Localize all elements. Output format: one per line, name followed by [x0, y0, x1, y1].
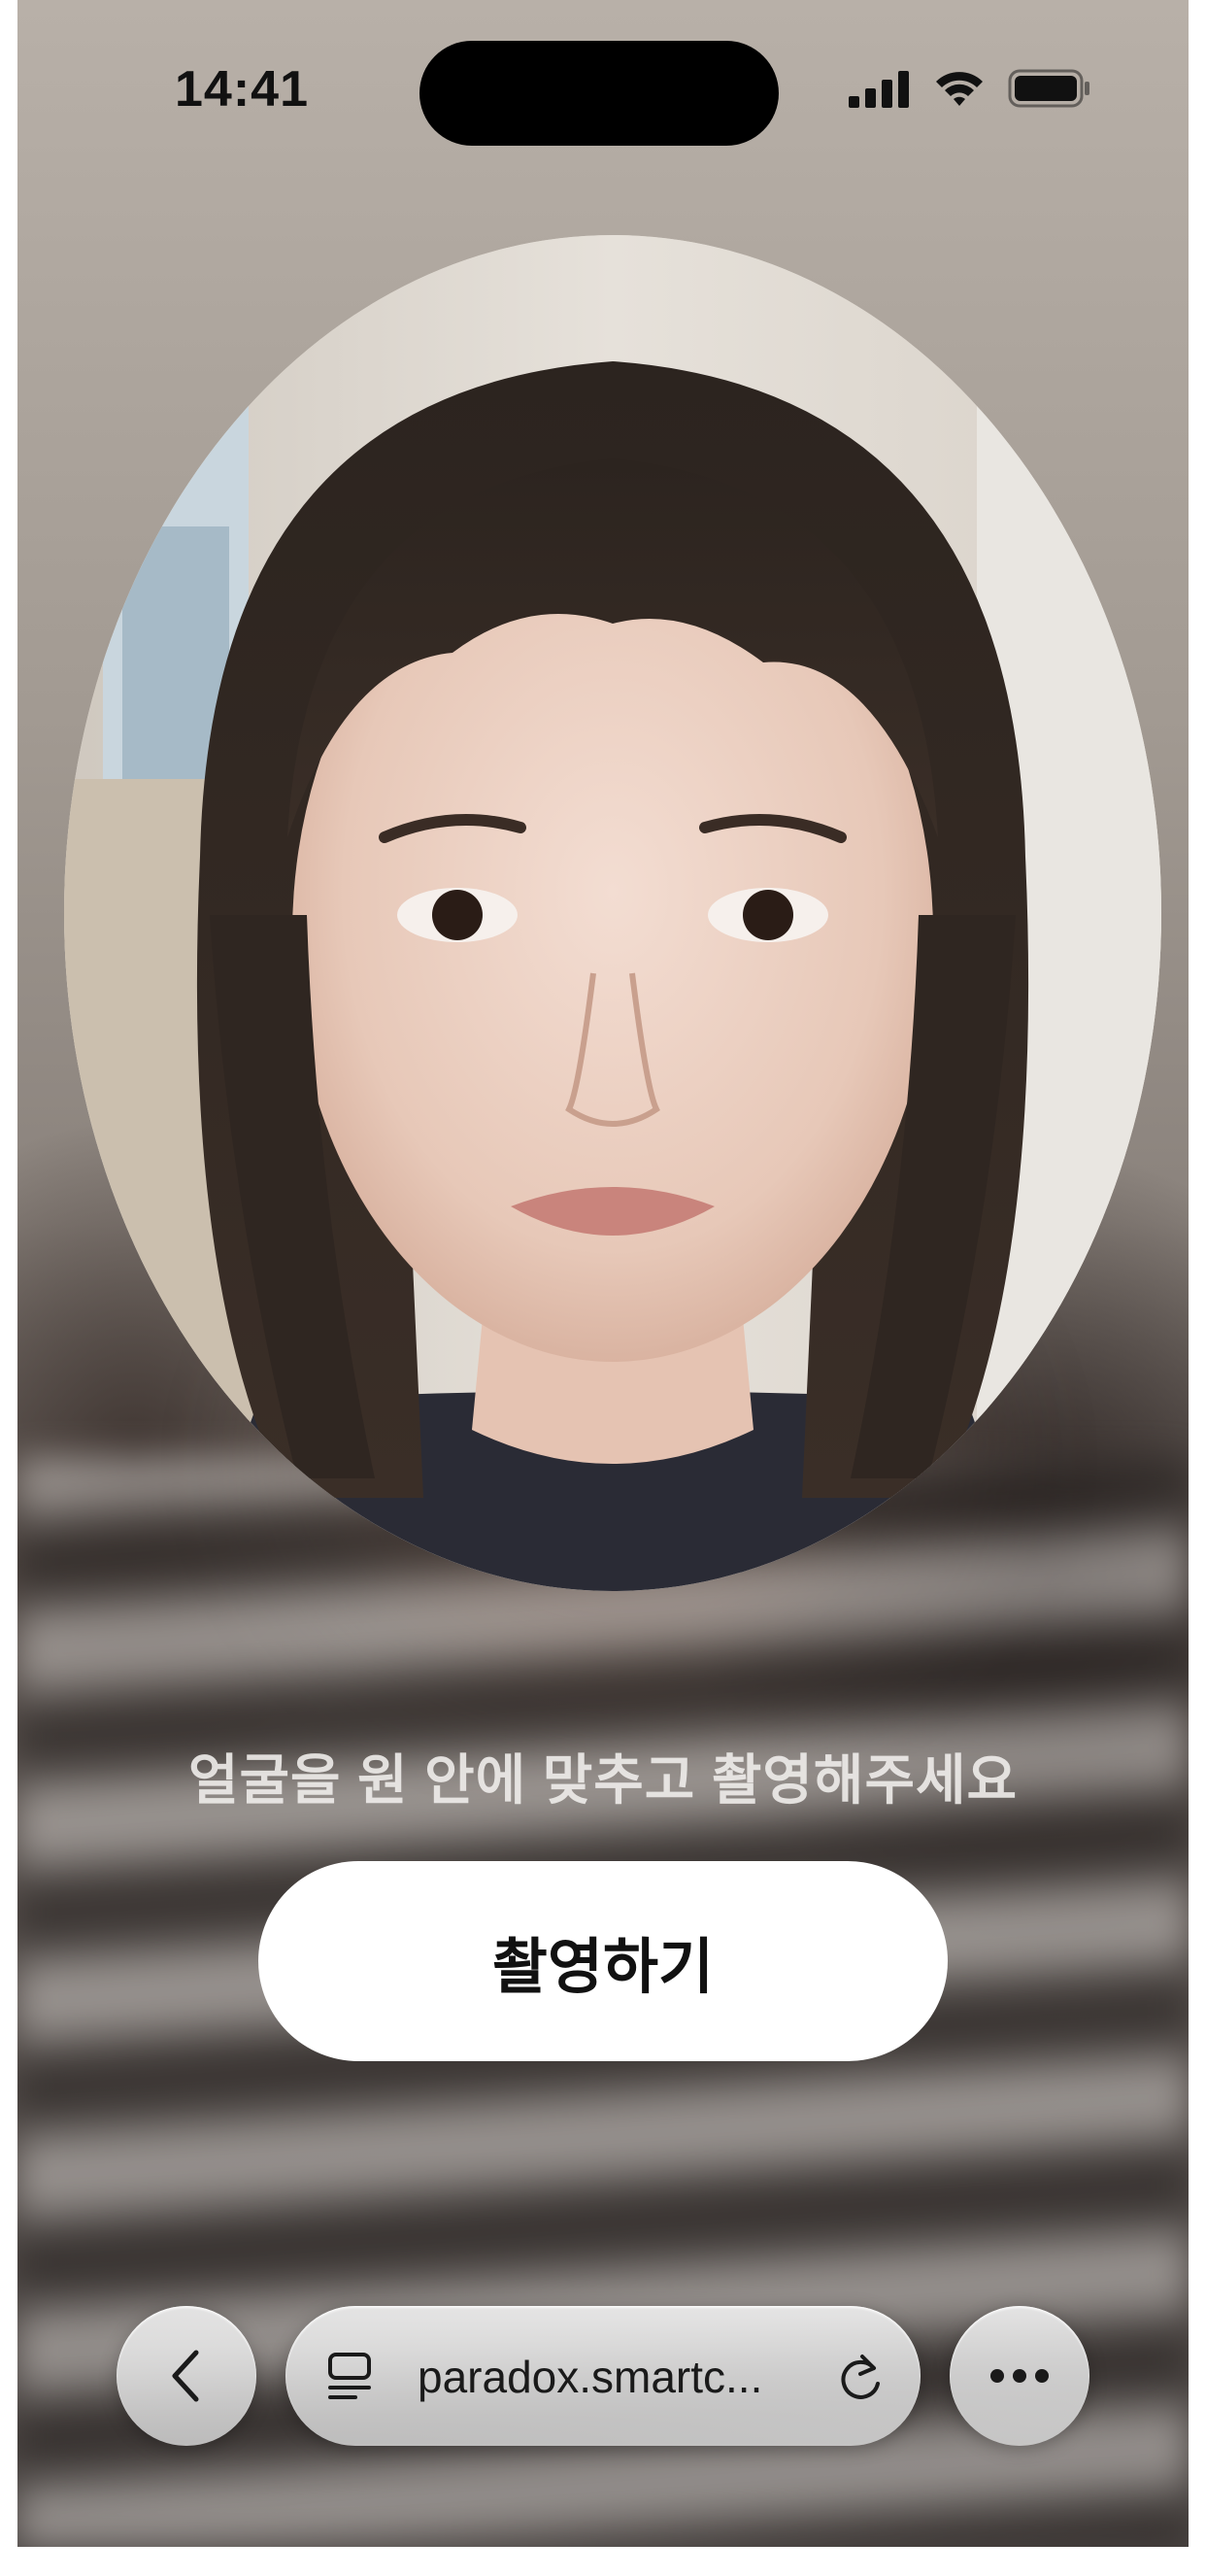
reader-icon	[328, 2353, 371, 2399]
status-time: 14:41	[175, 61, 309, 118]
wifi-icon	[936, 72, 983, 106]
dynamic-island	[419, 41, 779, 146]
address-bar[interactable]: paradox.smartc...	[285, 2306, 921, 2446]
camera-preview-image	[64, 235, 1161, 1591]
more-icon	[990, 2369, 1049, 2383]
status-bar: 14:41	[17, 0, 1189, 185]
chevron-left-icon	[172, 2350, 199, 2402]
cellular-signal-icon	[849, 71, 909, 108]
url-text: paradox.smartc...	[418, 2352, 763, 2402]
status-icons	[849, 68, 1091, 109]
battery-icon	[1008, 69, 1089, 108]
back-button[interactable]	[117, 2306, 256, 2446]
reload-icon[interactable]	[835, 2349, 886, 2403]
instruction-text: 얼굴을 원 안에 맞추고 촬영해주세요	[187, 1749, 1019, 1811]
browser-toolbar: paradox.smartc...	[17, 2306, 1189, 2446]
face-oval-viewfinder	[64, 235, 1161, 1591]
phone-screen: 14:41 얼굴을 원 안에 맞추고 촬영해주세요 촬영하기 paradox.s…	[17, 0, 1189, 2547]
capture-button[interactable]: 촬영하기	[258, 1861, 948, 2061]
more-button[interactable]	[950, 2306, 1089, 2446]
